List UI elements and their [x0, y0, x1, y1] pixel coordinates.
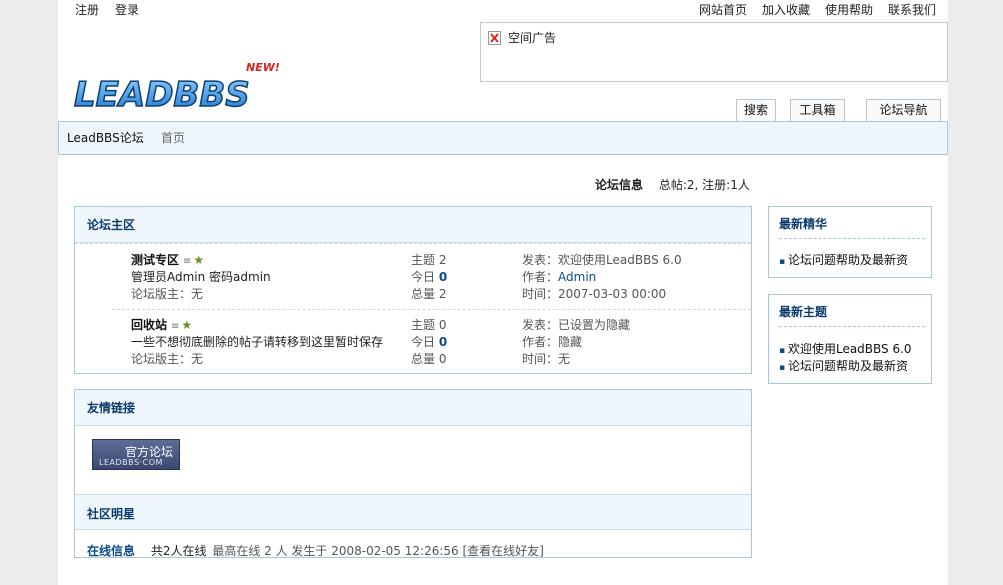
- online-max: 最高在线 2 人 发生于 2008-02-05 12:26:56: [212, 544, 459, 558]
- forum-row-1-name-line: 测试专区 ≡ ★: [131, 251, 204, 268]
- ad-banner[interactable]: 空间广告: [480, 22, 948, 82]
- badge-sub-text: LEADBBS·COM: [99, 458, 163, 467]
- online-count: 共2人在线: [150, 544, 207, 558]
- forum-name-test[interactable]: 测试专区: [131, 253, 179, 267]
- forum-name-recycle[interactable]: 回收站: [131, 318, 167, 332]
- forum-info-label: 论坛信息: [595, 178, 644, 192]
- links-panel: 友情链接: [74, 389, 752, 558]
- list-icon: ≡: [171, 321, 180, 332]
- forum-last-time: 时间：2007-03-03 00:00: [522, 287, 667, 301]
- featured-title: 最新精华: [779, 217, 828, 231]
- logo-new-badge: NEW!: [246, 61, 280, 74]
- forum-today: 今日 0: [411, 270, 448, 284]
- latest-panel: 最新主题 欢迎使用LeadBBS 6.0 论坛问题帮助及最新资: [768, 294, 932, 384]
- divider: [75, 243, 751, 244]
- contact-link[interactable]: 联系我们: [888, 1, 936, 18]
- last-post-link[interactable]: 欢迎使用LeadBBS 6.0: [558, 253, 682, 267]
- site-logo[interactable]: LEADBBS NEW!: [70, 60, 280, 116]
- main-forum-title: 论坛主区: [75, 207, 751, 243]
- tab-search[interactable]: 搜索: [736, 99, 776, 122]
- tab-toolbox[interactable]: 工具箱: [790, 99, 845, 122]
- login-link[interactable]: 登录: [115, 1, 139, 18]
- forum-last-author: 作者：Admin: [522, 270, 597, 284]
- divider: [779, 326, 925, 327]
- register-link[interactable]: 注册: [75, 1, 99, 18]
- home-link[interactable]: 网站首页: [699, 1, 747, 18]
- breadcrumb-home[interactable]: 首页: [161, 129, 185, 146]
- stars-title: 社区明星: [87, 507, 136, 521]
- list-icon: ≡: [183, 256, 192, 267]
- star-icon: ★: [181, 318, 193, 332]
- breadcrumb-forum[interactable]: LeadBBS论坛: [67, 129, 144, 146]
- forum-total: 总量 0: [411, 352, 447, 366]
- author-link[interactable]: Admin: [558, 270, 596, 284]
- forum-stats: 论坛信息 总帖:2, 注册:1人: [595, 176, 750, 193]
- divider: [112, 309, 751, 310]
- add-favorite-link[interactable]: 加入收藏: [762, 1, 810, 18]
- latest-item[interactable]: 论坛问题帮助及最新资: [779, 357, 908, 374]
- divider: [779, 238, 925, 239]
- forum-row-2-name-line: 回收站 ≡ ★: [131, 316, 192, 333]
- forum-last-post: 发表：已设置为隐藏: [522, 318, 631, 332]
- breadcrumb: LeadBBS论坛 首页: [58, 121, 948, 155]
- tab-forum-nav[interactable]: 论坛导航: [866, 99, 941, 122]
- forum-total: 总量 2: [411, 287, 447, 301]
- links-title: 友情链接: [75, 390, 751, 426]
- star-icon: ★: [193, 253, 205, 267]
- forum-today: 今日 0: [411, 335, 448, 349]
- forum-last-author: 作者：隐藏: [522, 335, 583, 349]
- help-link[interactable]: 使用帮助: [825, 1, 873, 18]
- ad-label: 空间广告: [508, 31, 557, 45]
- forum-desc: 一些不想彻底删除的帖子请转移到这里暂时保存: [131, 335, 384, 349]
- forum-moderator: 论坛版主：无: [131, 352, 204, 366]
- online-info: 在线信息 共2人在线 最高在线 2 人 发生于 2008-02-05 12:26…: [87, 544, 544, 558]
- forum-topics: 主题 2: [411, 253, 447, 267]
- forum-moderator: 论坛版主：无: [131, 287, 204, 301]
- stars-header: 社区明星: [75, 494, 751, 530]
- online-title: 在线信息: [87, 544, 136, 558]
- broken-image-icon: [488, 31, 501, 45]
- forum-last-time: 时间：无: [522, 352, 571, 366]
- forum-desc: 管理员Admin 密码admin: [131, 270, 271, 284]
- forum-last-post: 发表：欢迎使用LeadBBS 6.0: [522, 253, 682, 267]
- forum-topics: 主题 0: [411, 318, 447, 332]
- featured-panel: 最新精华 论坛问题帮助及最新资: [768, 206, 932, 278]
- featured-item[interactable]: 论坛问题帮助及最新资: [779, 251, 908, 268]
- logo-text: LEADBBS: [74, 75, 250, 115]
- latest-item[interactable]: 欢迎使用LeadBBS 6.0: [779, 340, 912, 357]
- latest-title: 最新主题: [779, 305, 828, 319]
- forum-info-stats: 总帖:2, 注册:1人: [658, 178, 750, 192]
- official-forum-badge[interactable]: 官方论坛 LEADBBS·COM: [92, 439, 180, 470]
- view-online-friends-link[interactable]: 查看在线好友: [467, 544, 539, 558]
